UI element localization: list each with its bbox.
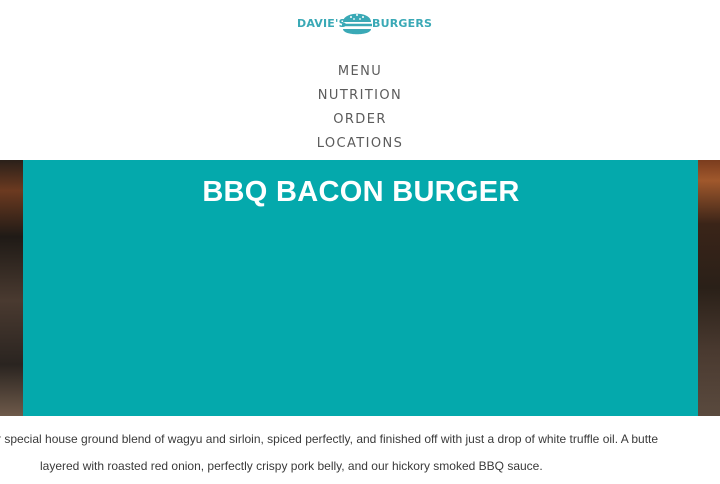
hero-banner: BBQ BACON BURGER <box>0 160 720 416</box>
nav-link-menu[interactable]: MENU <box>0 62 720 86</box>
burger-description-line-1: r special house ground blend of wagyu an… <box>0 432 659 446</box>
nav-link-nutrition[interactable]: NUTRITION <box>0 86 720 110</box>
nav-link-locations[interactable]: LOCATIONS <box>0 134 720 158</box>
brand-name-left: DAVIE'S <box>297 17 347 30</box>
burger-description-line-2: layered with roasted red onion, perfectl… <box>40 459 543 473</box>
hero-photo-left <box>0 160 24 416</box>
brand-logo[interactable]: DAVIE'S BURGERS <box>296 5 432 41</box>
hero-photo-right <box>698 160 720 416</box>
nav-link-order[interactable]: ORDER <box>0 110 720 134</box>
burger-bun-icon <box>342 13 372 35</box>
page-title: BBQ BACON BURGER <box>202 176 520 208</box>
brand-name-right: BURGERS <box>372 17 433 30</box>
main-nav: MENU NUTRITION ORDER LOCATIONS <box>0 62 720 158</box>
hero-title-panel: BBQ BACON BURGER <box>23 160 699 416</box>
